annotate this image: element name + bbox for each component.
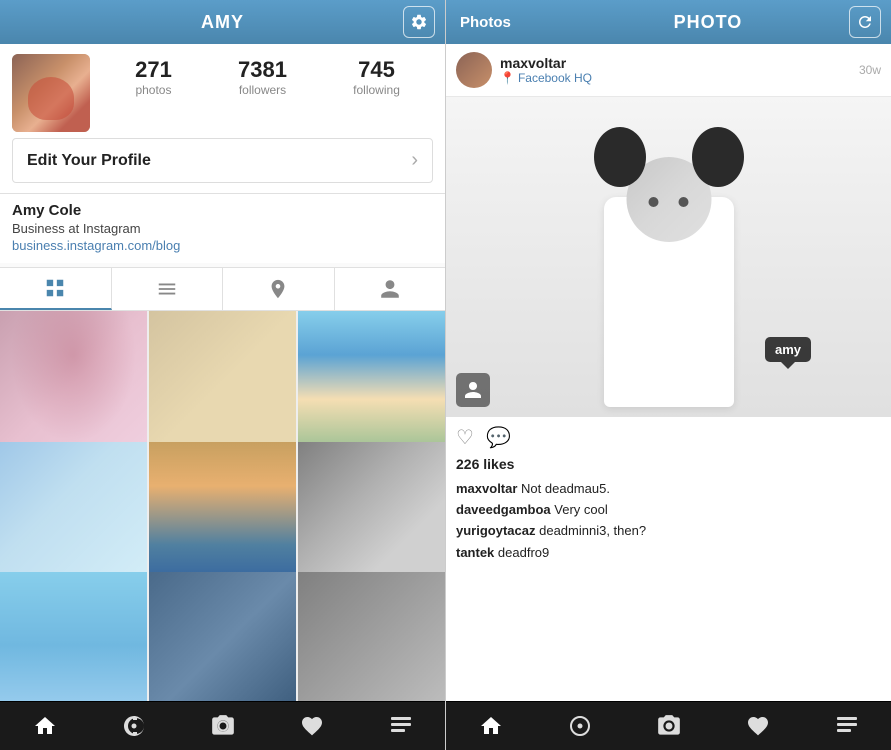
nav-explore[interactable] [114,706,154,746]
gear-icon [410,13,428,31]
profile-top: 271 photos 7381 followers 745 following [12,54,433,132]
comment-1: daveedgamboa Very cool [456,501,881,519]
right-nav-camera[interactable] [649,706,689,746]
person-tag-icon [379,278,401,300]
stats-row: 271 photos 7381 followers 745 following [102,54,433,97]
right-title: PHOTO [525,12,891,33]
edit-profile-button[interactable]: Edit Your Profile › [12,138,433,183]
comment-3-username[interactable]: tantek [456,545,494,560]
following-count: 745 [358,58,395,82]
right-bottom-nav [446,701,891,750]
post-username[interactable]: maxvoltar [500,55,859,71]
photo-1[interactable] [0,311,147,458]
profile-bio: Business at Instagram [12,221,433,236]
photo-4[interactable] [0,442,147,589]
photos-label: photos [135,83,171,97]
photo-2[interactable] [149,311,296,458]
post-location[interactable]: 📍 Facebook HQ [500,71,859,85]
following-label: following [353,83,400,97]
stat-following[interactable]: 745 following [353,58,400,97]
photo-5[interactable] [149,442,296,589]
avatar-image [12,54,90,132]
post-user-avatar[interactable] [456,52,492,88]
followers-count: 7381 [238,58,287,82]
tab-location[interactable] [223,268,335,310]
left-header: AMY [0,0,445,44]
bio-section: Amy Cole Business at Instagram business.… [0,194,445,263]
post-header: maxvoltar 📍 Facebook HQ 30w [446,44,891,97]
photo-grid [0,311,445,701]
left-panel: AMY 271 photos 7381 followers [0,0,446,750]
photos-tab[interactable]: Photos [446,14,525,31]
right-nav-home[interactable] [471,706,511,746]
nav-profile[interactable] [381,706,421,746]
likes-count[interactable]: 226 likes [456,456,514,472]
settings-button[interactable] [403,6,435,38]
comment-button[interactable]: 💬 [486,425,511,450]
view-tabs [0,267,445,311]
followers-label: followers [239,83,286,97]
right-nav-heart[interactable] [738,706,778,746]
left-title: AMY [201,12,244,33]
refresh-icon [856,13,874,31]
post-location-text: Facebook HQ [518,71,592,85]
post-figure [569,127,769,407]
nav-home[interactable] [25,706,65,746]
post-image[interactable]: amy [446,97,891,417]
person-tag-badge[interactable] [456,373,490,407]
person-icon [463,380,483,400]
chevron-right-icon: › [411,149,418,172]
comment-3: tantek deadfro9 [456,544,881,562]
location-pin-icon: 📍 [500,71,515,85]
comments-section: maxvoltar Not deadmau5. daveedgamboa Ver… [446,478,891,701]
photo-9[interactable] [298,572,445,701]
left-bottom-nav [0,701,445,750]
nav-camera[interactable] [203,706,243,746]
stat-photos[interactable]: 271 photos [135,58,172,97]
comment-1-username[interactable]: daveedgamboa [456,502,551,517]
right-nav-explore[interactable] [560,706,600,746]
photo-6[interactable] [298,442,445,589]
location-icon [267,278,289,300]
nav-heart[interactable] [292,706,332,746]
edit-profile-label: Edit Your Profile [27,152,151,170]
tab-tagged[interactable] [335,268,446,310]
post-actions: ♡ 💬 [446,417,891,454]
photo-8[interactable] [149,572,296,701]
post-time: 30w [859,63,881,77]
comment-0-username[interactable]: maxvoltar [456,481,517,496]
list-icon [156,278,178,300]
right-panel: Photos PHOTO maxvoltar 📍 Facebook HQ 30w [446,0,891,750]
comment-2: yurigoytacaz deadminni3, then? [456,522,881,540]
right-nav-menu[interactable] [827,706,867,746]
profile-section: 271 photos 7381 followers 745 following … [0,44,445,194]
grid-icon [44,277,66,299]
photo-7[interactable] [0,572,147,701]
right-header: Photos PHOTO [446,0,891,44]
profile-link[interactable]: business.instagram.com/blog [12,238,433,253]
refresh-button[interactable] [849,6,881,38]
avatar [12,54,90,132]
post-user-info: maxvoltar 📍 Facebook HQ [500,55,859,85]
comment-0: maxvoltar Not deadmau5. [456,480,881,498]
comment-2-username[interactable]: yurigoytacaz [456,523,535,538]
tag-bubble[interactable]: amy [765,337,811,362]
tab-list[interactable] [112,268,224,310]
photo-3[interactable] [298,311,445,458]
like-button[interactable]: ♡ [456,425,474,450]
photos-count: 271 [135,58,172,82]
likes-row: 226 likes [446,454,891,478]
post-image-bg: amy [446,97,891,417]
profile-name: Amy Cole [12,202,433,219]
tab-grid[interactable] [0,268,112,310]
stat-followers[interactable]: 7381 followers [238,58,287,97]
